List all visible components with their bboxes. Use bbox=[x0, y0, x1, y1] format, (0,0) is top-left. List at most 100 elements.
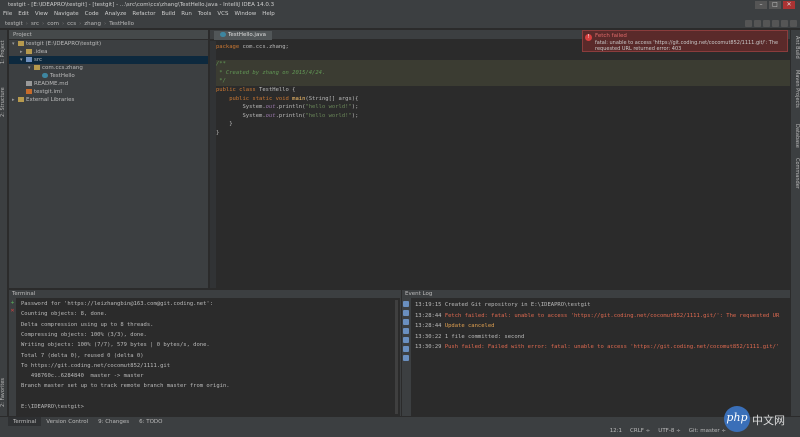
status-item[interactable]: 12:1 bbox=[606, 428, 626, 434]
add-terminal-icon[interactable]: + bbox=[10, 301, 15, 306]
code-token: System. bbox=[216, 104, 266, 111]
database-tool-tab[interactable]: Database bbox=[792, 124, 800, 154]
settings-icon[interactable] bbox=[403, 301, 409, 307]
event-time: 13:30:29 bbox=[415, 344, 442, 350]
tree-item[interactable]: ▾ src bbox=[9, 56, 208, 64]
status-items: 12:1 CRLF ÷ UTF-8 ÷ Git: master ÷ bbox=[606, 426, 730, 437]
breadcrumb-item[interactable]: TestHello bbox=[107, 21, 136, 27]
fetch-failed-notification[interactable]: ! Fetch failed fatal: unable to access '… bbox=[582, 30, 788, 52]
menu-code[interactable]: Code bbox=[82, 11, 102, 17]
menu-vcs[interactable]: VCS bbox=[214, 11, 231, 17]
project-tool-tab[interactable]: 1: Project bbox=[0, 32, 8, 72]
code-token: (String[] args){ bbox=[305, 95, 359, 102]
event-text[interactable]: Push failed: Failed with error: fatal: u… bbox=[445, 344, 779, 350]
terminal-scrollbar[interactable] bbox=[395, 300, 398, 414]
code-token: com.ccs.zhang; bbox=[242, 44, 289, 50]
terminal-line: Total 7 (delta 0), reused 0 (delta 0) bbox=[21, 352, 144, 359]
tree-item-label: testgit.iml bbox=[34, 89, 62, 95]
editor-tab-testhello[interactable]: TestHello.java bbox=[214, 31, 272, 40]
code-token: ); bbox=[351, 104, 359, 111]
tree-item[interactable]: ▾ testgit (E:\IDEAPRO\testgit) bbox=[9, 40, 208, 48]
code-token: * Created by zhang on 2015/4/24. bbox=[216, 69, 326, 76]
tree-item[interactable]: testgit.iml bbox=[9, 88, 208, 96]
menu-view[interactable]: View bbox=[32, 11, 51, 17]
code-token: out bbox=[265, 104, 276, 111]
text-file-icon bbox=[26, 81, 32, 86]
breadcrumb-item[interactable]: com bbox=[45, 21, 61, 27]
code-token: "hello world!" bbox=[305, 112, 352, 119]
folder-icon bbox=[18, 41, 24, 46]
close-terminal-icon[interactable]: ✕ bbox=[10, 309, 15, 314]
left-tool-strip: 1: Project 2: Structure 2: Favorites bbox=[0, 30, 8, 416]
folder-icon bbox=[26, 49, 32, 54]
tree-item-label: com.ccs.zhang bbox=[42, 65, 83, 71]
folder-icon bbox=[34, 65, 40, 70]
status-bar: 12:1 CRLF ÷ UTF-8 ÷ Git: master ÷ bbox=[0, 426, 800, 437]
breadcrumb-item[interactable]: src bbox=[29, 21, 41, 27]
tree-item-label: External Libraries bbox=[26, 97, 75, 103]
terminal-panel[interactable]: Terminal + ✕ Password for 'https://leizh… bbox=[9, 290, 401, 416]
tree-item[interactable]: README.md bbox=[9, 80, 208, 88]
menu-edit[interactable]: Edit bbox=[15, 11, 32, 17]
event-time: 13:28:44 bbox=[415, 323, 442, 329]
ant-build-tool-tab[interactable]: Ant Build bbox=[792, 36, 800, 66]
terminal-line: Counting objects: 8, done. bbox=[21, 311, 108, 318]
run-icon[interactable] bbox=[745, 20, 752, 27]
vcs-commit-icon[interactable] bbox=[772, 20, 779, 27]
mark-read-icon[interactable] bbox=[403, 310, 409, 316]
print-icon[interactable] bbox=[403, 337, 409, 343]
status-item[interactable]: CRLF ÷ bbox=[626, 428, 654, 434]
event-log-entry: 13:30:22 1 file committed: second bbox=[415, 332, 787, 342]
menu-window[interactable]: Window bbox=[232, 11, 260, 17]
menu-analyze[interactable]: Analyze bbox=[102, 11, 130, 17]
menu-help[interactable]: Help bbox=[259, 11, 278, 17]
menu-file[interactable]: File bbox=[0, 11, 15, 17]
soft-wrap-icon[interactable] bbox=[403, 319, 409, 325]
source-folder-icon bbox=[26, 57, 32, 62]
vcs-update-icon[interactable] bbox=[763, 20, 770, 27]
help-icon[interactable] bbox=[403, 355, 409, 361]
tree-item[interactable]: ▾ com.ccs.zhang bbox=[9, 64, 208, 72]
module-file-icon bbox=[26, 89, 32, 94]
breadcrumb-item[interactable]: zhang bbox=[82, 21, 103, 27]
class-icon bbox=[220, 32, 226, 37]
tree-item[interactable]: ▸ External Libraries bbox=[9, 96, 208, 104]
favorites-tool-tab[interactable]: 2: Favorites bbox=[0, 370, 8, 414]
menu-tools[interactable]: Tools bbox=[195, 11, 215, 17]
toolbar bbox=[743, 20, 797, 28]
structure-tool-tab[interactable]: 2: Structure bbox=[0, 80, 8, 124]
menu-build[interactable]: Build bbox=[158, 11, 178, 17]
event-time: 13:30:22 bbox=[415, 333, 442, 340]
event-text[interactable]: Fetch failed: fatal: unable to access 'h… bbox=[445, 313, 779, 319]
tree-item[interactable]: ▸ .idea bbox=[9, 48, 208, 56]
terminal-line: Password for 'https://leizhangbin@163.co… bbox=[21, 301, 214, 307]
code-token: System. bbox=[216, 112, 266, 119]
code-editor[interactable]: package com.ccs.zhang; /** * Created by z… bbox=[210, 41, 790, 288]
settings-icon[interactable] bbox=[781, 20, 788, 27]
project-tree: ▾ testgit (E:\IDEAPRO\testgit) ▸ .idea ▾ src ▾… bbox=[9, 40, 208, 104]
menu-run[interactable]: Run bbox=[178, 11, 195, 17]
maven-projects-tool-tab[interactable]: Maven Projects bbox=[792, 70, 800, 120]
right-tool-strip: Ant Build Maven Projects Database Comman… bbox=[790, 30, 800, 416]
tree-item[interactable]: TestHello bbox=[9, 72, 208, 80]
breadcrumb-item[interactable]: ccs bbox=[65, 21, 78, 27]
code-token: */ bbox=[216, 78, 226, 85]
close-button[interactable]: ✕ bbox=[783, 1, 795, 9]
watermark-text: 中文网 bbox=[752, 414, 785, 427]
minimize-button[interactable]: – bbox=[755, 1, 767, 9]
folder-icon bbox=[18, 97, 24, 102]
status-item[interactable]: UTF-8 ÷ bbox=[654, 428, 684, 434]
project-panel: Project ▾ testgit (E:\IDEAPRO\testgit) ▸ .i… bbox=[9, 30, 209, 288]
maximize-button[interactable]: □ bbox=[769, 1, 781, 9]
menu-refactor[interactable]: Refactor bbox=[129, 11, 158, 17]
terminal-line: To https://git.coding.net/cocomut852/111… bbox=[21, 362, 171, 369]
scroll-to-end-icon[interactable] bbox=[403, 328, 409, 334]
help-icon[interactable] bbox=[790, 20, 797, 27]
debug-icon[interactable] bbox=[754, 20, 761, 27]
code-token: } bbox=[216, 130, 220, 136]
menu-navigate[interactable]: Navigate bbox=[51, 11, 82, 17]
breadcrumb-item[interactable]: testgit bbox=[3, 21, 25, 27]
clear-icon[interactable] bbox=[403, 346, 409, 352]
commander-tool-tab[interactable]: Commander bbox=[792, 158, 800, 198]
window-title: testgit - [E:\IDEAPRO\testgit] - [testgi… bbox=[8, 2, 275, 8]
